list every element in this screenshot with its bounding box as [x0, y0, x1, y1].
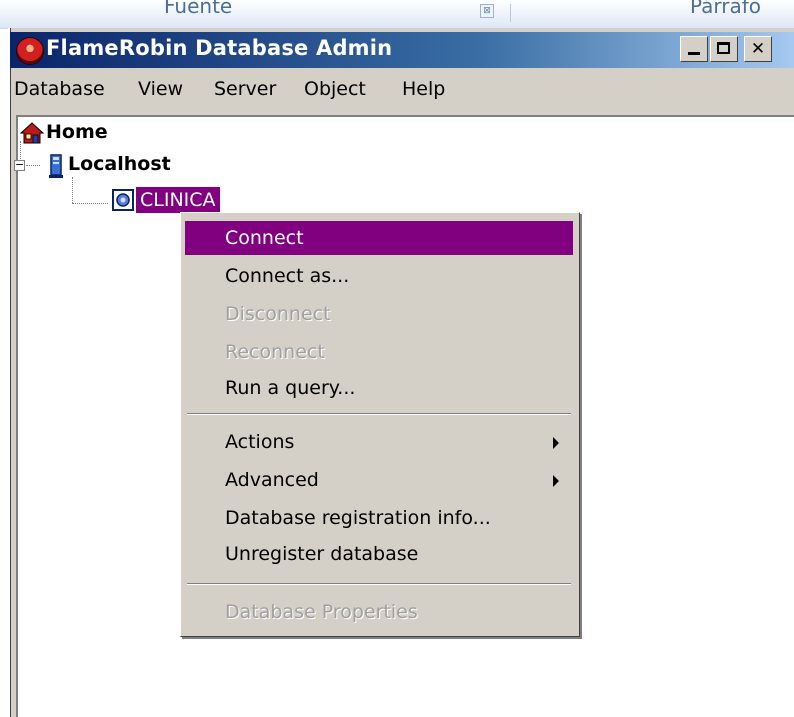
- menu-object[interactable]: Object: [304, 78, 366, 100]
- minimize-button[interactable]: [680, 36, 708, 62]
- menu-item-label: Actions: [225, 431, 295, 453]
- menu-item-advanced[interactable]: Advanced: [185, 463, 573, 497]
- tree-item-home[interactable]: Home: [46, 121, 108, 143]
- menu-item-unregister[interactable]: Unregister database: [185, 537, 573, 571]
- menu-item-label: Advanced: [225, 469, 319, 491]
- flamerobin-icon[interactable]: [16, 37, 44, 65]
- context-menu: Connect Connect as... Disconnect Reconne…: [180, 212, 580, 637]
- close-button[interactable]: ✕: [744, 36, 772, 62]
- collapse-toggle-icon[interactable]: −: [14, 159, 25, 171]
- menu-bar: Database View Server Object Help: [10, 74, 794, 108]
- menu-item-label: Database Properties: [225, 601, 418, 623]
- ribbon-separator: [510, 4, 511, 22]
- menu-separator: [187, 413, 571, 415]
- menu-item-reconnect: Reconnect: [185, 335, 573, 369]
- menu-item-connect[interactable]: Connect: [185, 221, 573, 255]
- menu-help[interactable]: Help: [402, 78, 445, 100]
- submenu-arrow-icon: [553, 475, 559, 487]
- maximize-button[interactable]: [710, 36, 738, 62]
- maximize-icon: [717, 42, 730, 54]
- title-bar[interactable]: FlameRobin Database Admin ✕: [10, 32, 794, 68]
- menu-server[interactable]: Server: [214, 78, 276, 100]
- window-title: FlameRobin Database Admin: [46, 36, 393, 60]
- server-icon: [49, 154, 63, 178]
- menu-item-actions[interactable]: Actions: [185, 425, 573, 459]
- close-icon: ✕: [750, 39, 766, 59]
- menu-item-database-properties: Database Properties: [185, 595, 573, 629]
- menu-item-connect-as[interactable]: Connect as...: [185, 259, 573, 293]
- menu-item-disconnect: Disconnect: [185, 297, 573, 331]
- background-ribbon: Fuente ⊠ Párrafo: [0, 0, 794, 29]
- tree-connector: [72, 177, 73, 203]
- menu-item-run-query[interactable]: Run a query...: [185, 371, 573, 405]
- tree-connector: [72, 203, 108, 204]
- menu-item-label: Connect as...: [225, 265, 350, 287]
- menu-item-label: Connect: [225, 227, 304, 249]
- database-icon: [112, 189, 134, 211]
- minimize-icon: [688, 52, 700, 55]
- menu-item-label: Unregister database: [225, 543, 419, 565]
- menu-database[interactable]: Database: [14, 78, 105, 100]
- menu-item-label: Run a query...: [225, 377, 356, 399]
- menu-item-label: Database registration info...: [225, 507, 491, 529]
- menu-item-label: Reconnect: [225, 341, 325, 363]
- tree-item-localhost[interactable]: Localhost: [68, 153, 171, 175]
- ribbon-group-paragraph-label: Párrafo: [690, 0, 762, 18]
- home-icon: [20, 122, 44, 144]
- tree-connector: [20, 141, 21, 159]
- submenu-arrow-icon: [553, 437, 559, 449]
- menu-separator: [187, 583, 571, 585]
- menu-item-label: Disconnect: [225, 303, 331, 325]
- tree-connector: [26, 165, 40, 166]
- dialog-launcher-icon[interactable]: ⊠: [480, 4, 494, 18]
- ribbon-group-font-label: Fuente: [164, 0, 233, 18]
- tree-item-clinica[interactable]: CLINICA: [136, 187, 220, 213]
- menu-item-registration-info[interactable]: Database registration info...: [185, 501, 573, 535]
- menu-view[interactable]: View: [138, 78, 183, 100]
